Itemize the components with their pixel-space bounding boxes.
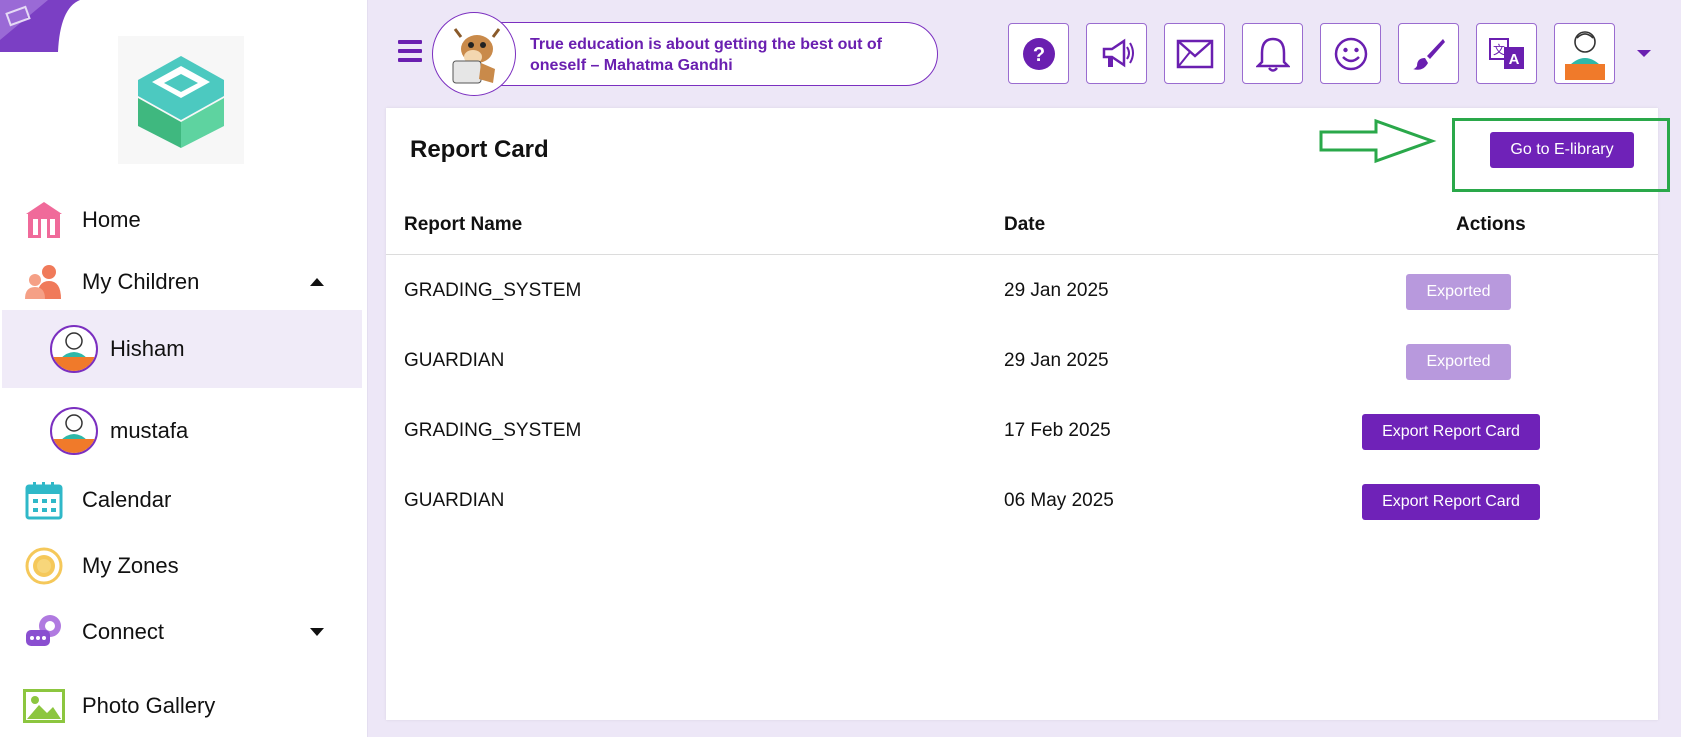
sidebar-item-calendar[interactable]: Calendar [0,470,368,530]
sidebar-item-label: Connect [82,619,164,644]
go-to-elibrary-button[interactable]: Go to E-library [1490,132,1634,168]
mascot-icon [432,12,516,96]
arrow-annotation-icon [1319,118,1437,164]
header-divider [386,254,1658,255]
image-icon [22,684,66,728]
svg-text:A: A [1508,51,1519,68]
sidebar-item-home[interactable]: Home [0,190,368,250]
sidebar-item-label: My Children [82,269,200,294]
sidebar-item-my-zones[interactable]: My Zones [0,536,368,596]
zones-icon [22,544,66,588]
theme-button[interactable] [1398,23,1459,84]
quote-text: True education is about getting the best… [530,36,882,74]
brush-icon [1412,38,1445,70]
column-header-report-name: Report Name [404,214,523,235]
exported-button[interactable]: Exported [1406,344,1511,380]
report-name-cell: GUARDIAN [404,350,505,371]
column-header-date: Date [1004,214,1046,235]
messages-button[interactable] [1164,23,1225,84]
sidebar-item-label: Calendar [82,487,172,512]
report-card-panel: Report Card Go to E-library Report Name … [386,108,1670,720]
school-icon [22,198,66,242]
child-name: Hisham [110,336,185,361]
profile-button[interactable] [1554,23,1615,84]
sidebar-item-label: Photo Gallery [82,693,216,718]
report-name-cell: GUARDIAN [404,490,505,511]
question-icon: ? [1022,37,1055,70]
connect-icon [22,610,66,654]
family-icon [22,260,66,304]
corner-decoration-icon [0,0,80,52]
svg-text:文: 文 [1492,42,1504,57]
child-name: mustafa [110,418,189,443]
language-button[interactable]: 文 A [1476,23,1537,84]
sidebar-item-my-children[interactable]: My Children [0,252,368,312]
export-report-card-button[interactable]: Export Report Card [1362,484,1540,520]
help-button[interactable]: ? [1008,23,1069,84]
chevron-up-icon[interactable] [310,278,324,286]
date-cell: 17 Feb 2025 [1004,420,1111,441]
smiley-icon [1334,37,1367,70]
avatar [50,407,98,455]
sidebar-item-label: My Zones [82,553,179,578]
svg-text:?: ? [1032,44,1044,66]
sidebar-item-label: Home [82,207,141,232]
avatar [50,325,98,373]
app-logo-icon [118,36,244,164]
chevron-down-icon[interactable] [1637,50,1651,57]
export-report-card-button[interactable]: Export Report Card [1362,414,1540,450]
avatar-icon [1564,30,1605,80]
hamburger-menu-icon[interactable] [398,40,422,62]
column-header-actions: Actions [1456,214,1526,235]
page-title: Report Card [410,136,549,163]
date-cell: 06 May 2025 [1004,490,1114,511]
sidebar: Home My Children Hisham mustafa Calendar… [0,0,368,737]
translate-icon: 文 A [1488,37,1524,69]
notifications-button[interactable] [1242,23,1303,84]
mail-icon [1176,39,1213,68]
chevron-down-icon[interactable] [310,628,324,636]
megaphone-icon [1102,38,1134,67]
exported-button[interactable]: Exported [1406,274,1511,310]
sidebar-item-photo-gallery[interactable]: Photo Gallery [0,676,368,736]
date-cell: 29 Jan 2025 [1004,350,1109,371]
bell-icon [1255,37,1290,72]
sidebar-child-mustafa[interactable]: mustafa [2,392,362,470]
date-cell: 29 Jan 2025 [1004,280,1109,301]
report-name-cell: GRADING_SYSTEM [404,280,582,301]
sidebar-child-hisham[interactable]: Hisham [2,310,362,388]
announcements-button[interactable] [1086,23,1147,84]
mood-button[interactable] [1320,23,1381,84]
report-name-cell: GRADING_SYSTEM [404,420,582,441]
sidebar-item-connect[interactable]: Connect [0,602,368,662]
calendar-icon [22,478,66,522]
